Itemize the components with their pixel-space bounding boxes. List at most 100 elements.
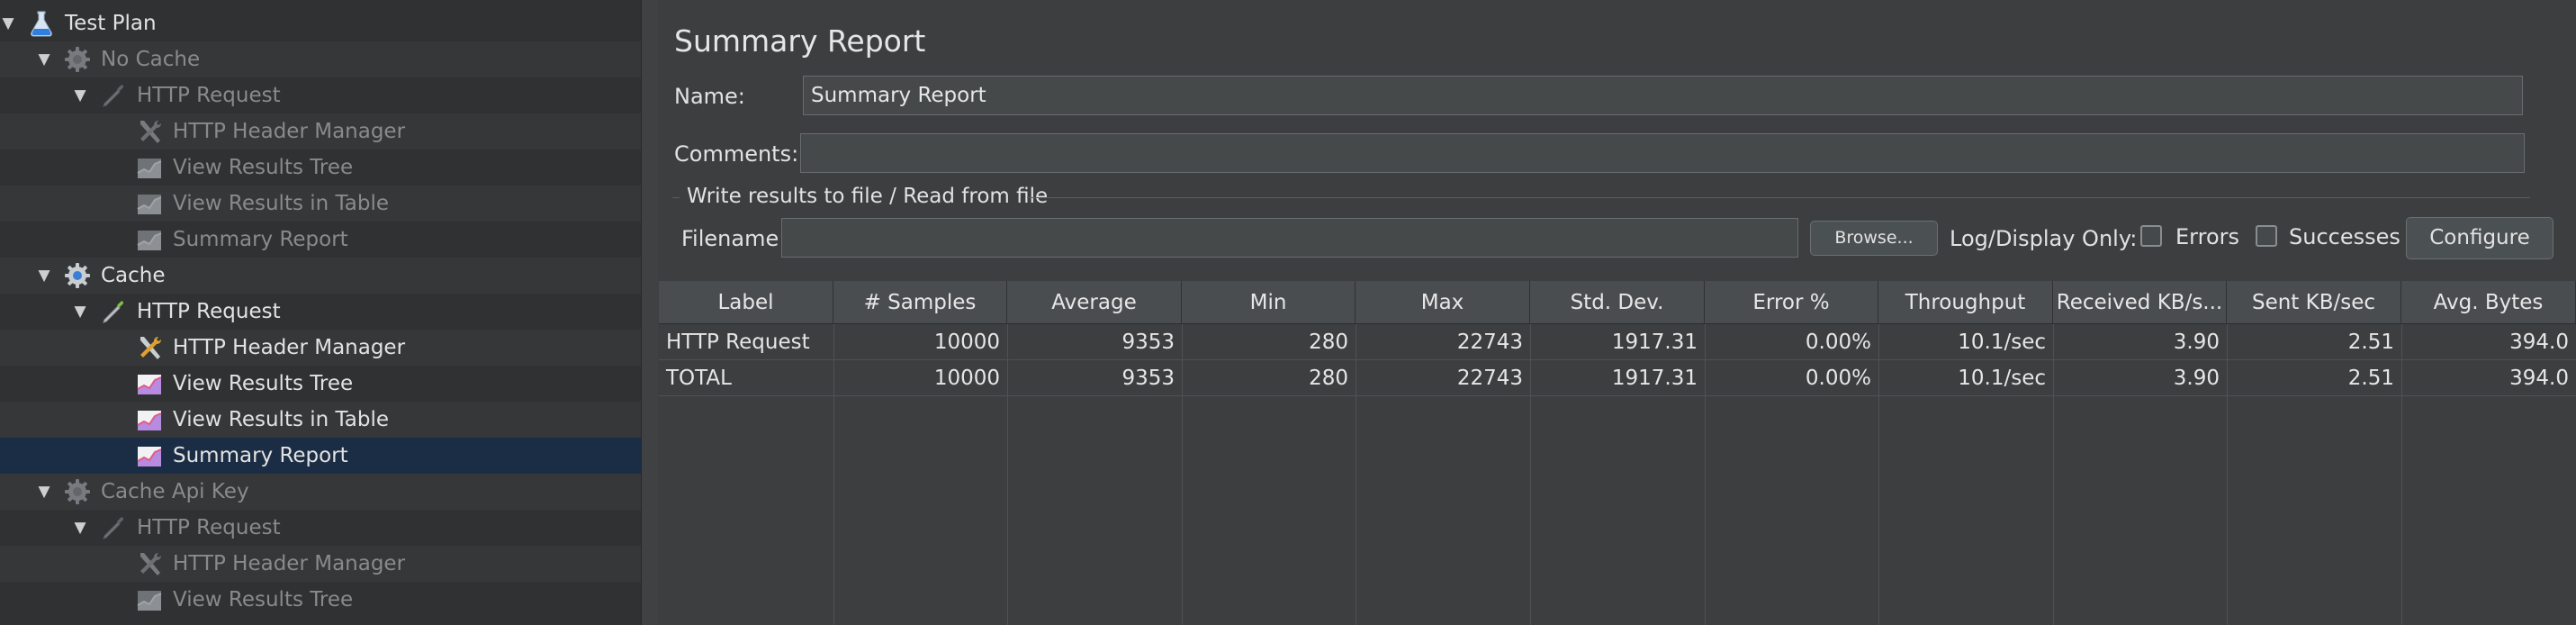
expand-toggle-icon[interactable]: ▼ (70, 518, 90, 538)
tree-node[interactable]: ▼ HTTP Request (0, 294, 641, 330)
name-label: Name: (674, 84, 745, 109)
filename-input[interactable] (781, 218, 1798, 258)
tree-node[interactable]: ▼ HTTP Request (0, 510, 641, 546)
table-cell[interactable]: 2.51 (2227, 360, 2401, 396)
fieldset-legend: Write results to file / Read from file (687, 185, 1049, 208)
table-cell[interactable]: HTTP Request (659, 324, 833, 360)
graph-icon (135, 369, 164, 398)
tree-node-label: Test Plan (65, 12, 157, 35)
table-cell[interactable]: 9353 (1007, 360, 1182, 396)
pipette-icon (99, 81, 128, 110)
successes-label: Successes (2289, 224, 2400, 249)
fieldset-border (1027, 197, 2530, 198)
table-cell[interactable]: 2.51 (2227, 324, 2401, 360)
tree-node-label: View Results Tree (173, 588, 354, 611)
tree-node[interactable]: HTTP Header Manager (0, 330, 641, 366)
tree-node-label: Summary Report (173, 444, 348, 467)
tree-node-label: Cache (101, 264, 166, 287)
tree-node[interactable]: ▼ HTTP Request (0, 77, 641, 113)
tools-icon (135, 549, 164, 578)
column-header[interactable]: Average (1007, 281, 1182, 324)
table-cell[interactable]: 1917.31 (1530, 360, 1705, 396)
expand-toggle-icon[interactable]: ▼ (34, 266, 54, 285)
log-display-only-label: Log/Display Only: (1950, 226, 2138, 251)
table-cell[interactable]: 10000 (833, 324, 1007, 360)
table-cell[interactable]: 10000 (833, 360, 1007, 396)
table-cell[interactable]: 394.0 (2401, 324, 2576, 360)
table-cell[interactable]: 9353 (1007, 324, 1182, 360)
column-header[interactable]: Max (1356, 281, 1530, 324)
table-cell[interactable]: TOTAL (659, 360, 833, 396)
tree-node[interactable]: HTTP Header Manager (0, 113, 641, 149)
test-plan-tree[interactable]: ▼ Test Plan ▼ No Cache ▼ HTTP Request HTTP… (0, 0, 641, 625)
filename-label: Filename (681, 226, 779, 251)
table-cell[interactable]: 22743 (1356, 360, 1530, 396)
tree-node-label: HTTP Header Manager (173, 120, 406, 143)
pipette-icon (99, 297, 128, 326)
tree-node-label: Cache Api Key (101, 480, 249, 503)
tools-icon (135, 333, 164, 362)
table-cell[interactable]: 3.90 (2053, 360, 2227, 396)
expand-toggle-icon[interactable]: ▼ (70, 86, 90, 105)
table-cell[interactable]: 0.00% (1705, 324, 1878, 360)
tree-node[interactable]: Summary Report (0, 438, 641, 474)
column-header[interactable]: Throughput (1878, 281, 2053, 324)
column-header[interactable]: Avg. Bytes (2401, 281, 2576, 324)
column-header[interactable]: Error % (1705, 281, 1878, 324)
summary-table[interactable]: Label # Samples Average Min Max Std. Dev. Erro… (659, 281, 2576, 625)
tree-node-label: HTTP Header Manager (173, 336, 406, 359)
tree-node[interactable]: ▼ No Cache (0, 41, 641, 77)
column-header[interactable]: Received KB/s... (2053, 281, 2227, 324)
tree-node[interactable]: HTTP Header Manager (0, 546, 641, 582)
row-divider (659, 395, 2576, 396)
graph-icon (135, 153, 164, 182)
column-header[interactable]: Sent KB/sec (2227, 281, 2401, 324)
table-cell[interactable]: 10.1/sec (1878, 324, 2053, 360)
tree-node[interactable]: Summary Report (0, 222, 641, 258)
graph-icon (135, 225, 164, 254)
expand-toggle-icon[interactable]: ▼ (34, 50, 54, 69)
fieldset-border (672, 197, 680, 198)
tools-icon (135, 117, 164, 146)
split-pane-divider[interactable] (641, 0, 659, 625)
errors-label: Errors (2175, 224, 2240, 249)
configure-button[interactable]: Configure (2406, 217, 2553, 259)
column-header[interactable]: # Samples (833, 281, 1007, 324)
tree-node-label: View Results Tree (173, 156, 354, 179)
browse-button[interactable]: Browse... (1810, 221, 1938, 256)
table-cell[interactable]: 22743 (1356, 324, 1530, 360)
gear-icon (63, 45, 92, 74)
errors-checkbox[interactable] (2140, 225, 2162, 247)
tree-node[interactable]: ▼ Cache (0, 258, 641, 294)
pipette-icon (99, 513, 128, 542)
graph-icon (135, 189, 164, 218)
table-cell[interactable]: 280 (1182, 324, 1356, 360)
table-cell[interactable]: 394.0 (2401, 360, 2576, 396)
comments-label: Comments: (674, 141, 799, 167)
successes-checkbox[interactable] (2256, 225, 2277, 247)
expand-toggle-icon[interactable]: ▼ (34, 482, 54, 502)
tree-node[interactable]: View Results Tree (0, 366, 641, 402)
table-cell[interactable]: 0.00% (1705, 360, 1878, 396)
name-input[interactable] (803, 76, 2523, 115)
tree-node[interactable]: View Results in Table (0, 402, 641, 438)
flask-icon (27, 9, 56, 38)
tree-node[interactable]: View Results Tree (0, 582, 641, 618)
tree-node[interactable]: View Results in Table (0, 186, 641, 222)
column-header[interactable]: Std. Dev. (1530, 281, 1705, 324)
column-header[interactable]: Min (1182, 281, 1356, 324)
column-header[interactable]: Label (659, 281, 833, 324)
table-cell[interactable]: 10.1/sec (1878, 360, 2053, 396)
tree-node-label: View Results Tree (173, 372, 354, 395)
table-cell[interactable]: 1917.31 (1530, 324, 1705, 360)
tree-node[interactable]: ▼ Test Plan (0, 5, 641, 41)
tree-node[interactable]: View Results Tree (0, 149, 641, 186)
expand-toggle-icon[interactable]: ▼ (0, 14, 18, 33)
page-title: Summary Report (674, 23, 926, 59)
table-cell[interactable]: 3.90 (2053, 324, 2227, 360)
expand-toggle-icon[interactable]: ▼ (70, 302, 90, 322)
comments-input[interactable] (800, 133, 2525, 173)
table-cell[interactable]: 280 (1182, 360, 1356, 396)
tree-node[interactable]: ▼ Cache Api Key (0, 474, 641, 510)
tree-node-label: View Results in Table (173, 408, 390, 431)
